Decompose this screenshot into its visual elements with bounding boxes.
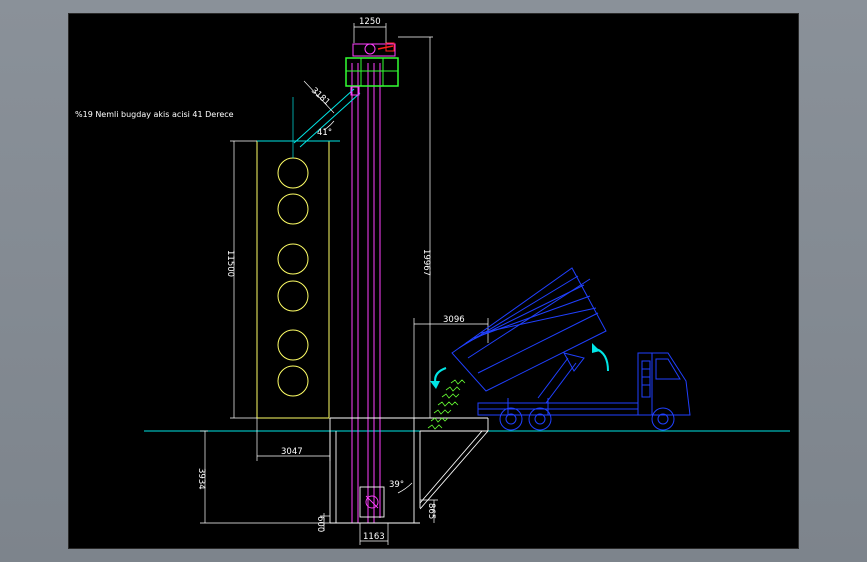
silo-window xyxy=(277,193,309,225)
truck-offset-label: 3096 xyxy=(443,315,465,325)
flow-angle-note: %19 Nemli bugday akis acisi 41 Derece xyxy=(75,110,234,119)
silo xyxy=(256,140,340,419)
tilt-arrowhead-icon xyxy=(592,343,600,353)
silo-window xyxy=(277,365,309,397)
bucket-elevator xyxy=(351,63,381,523)
silo-window xyxy=(277,329,309,361)
pit-depth-label: 3934 xyxy=(196,468,206,490)
silo-height-label: 11500 xyxy=(225,250,235,277)
silo-window xyxy=(277,243,309,275)
silo-window xyxy=(277,280,309,312)
total-height-dimension xyxy=(398,36,433,418)
hopper-height-label: 865 xyxy=(426,503,436,519)
top-width-label: 1250 xyxy=(359,17,381,27)
dump-truck xyxy=(451,267,691,431)
spout-angle-label: 41° xyxy=(317,128,332,138)
silo-height-dimension xyxy=(230,140,257,419)
pit-width-label: 1163 xyxy=(363,532,385,542)
elevator-head xyxy=(345,42,399,87)
cad-drawing: %19 Nemli bugday akis acisi 41 Derece 11… xyxy=(75,17,790,545)
pit-depth-dimension xyxy=(200,430,330,524)
grain-flow xyxy=(427,379,466,430)
tilt-arrow-icon xyxy=(595,348,609,372)
silo-offset-label: 3047 xyxy=(281,447,303,457)
spout-length-label: 3181 xyxy=(309,86,332,108)
discharge-spout xyxy=(292,80,361,158)
hopper-angle-label: 39° xyxy=(389,480,404,490)
truck-offset-dimension xyxy=(413,318,489,418)
pit-bottom-label: 600 xyxy=(315,516,325,532)
silo-window xyxy=(277,157,309,189)
total-height-label: 19967 xyxy=(421,249,431,276)
flow-arrowhead-icon xyxy=(430,381,440,389)
drawing-canvas: %19 Nemli bugday akis acisi 41 Derece 11… xyxy=(68,13,799,549)
pit-structure xyxy=(329,417,489,524)
